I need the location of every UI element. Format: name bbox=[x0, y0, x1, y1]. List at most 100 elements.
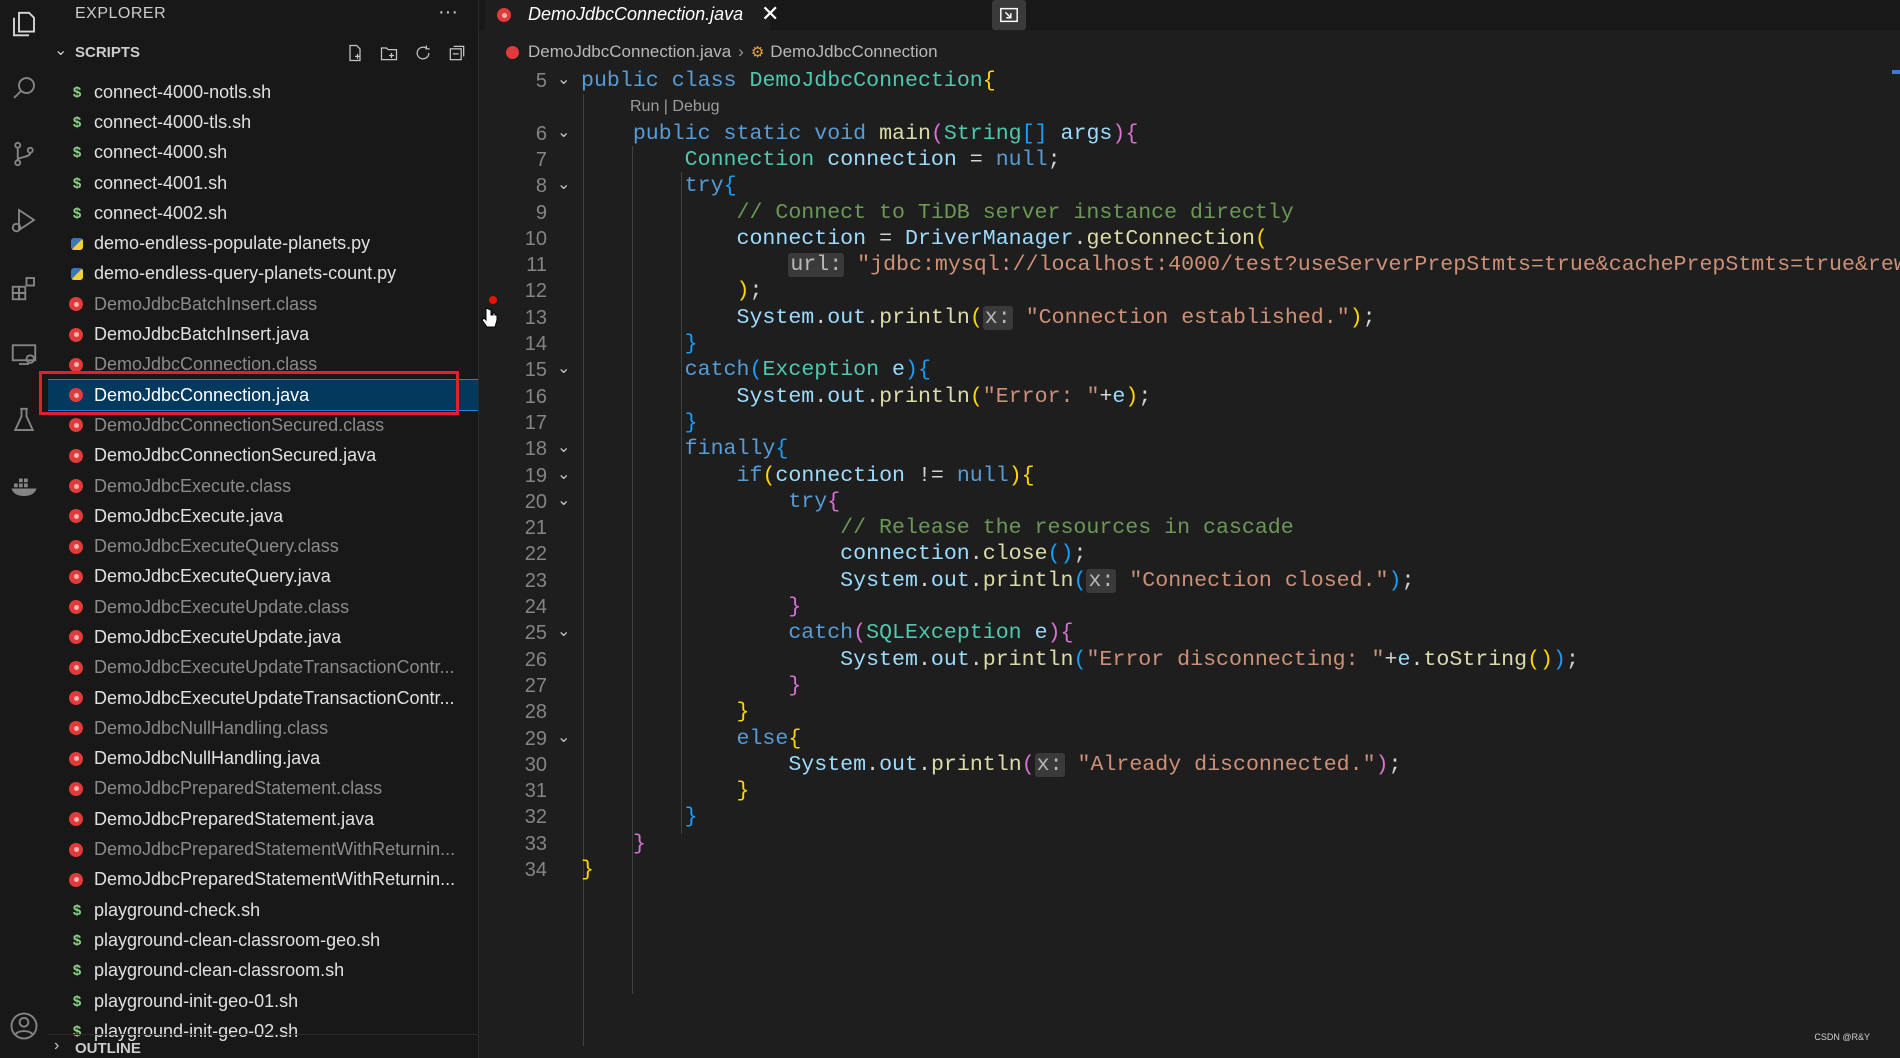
code-line[interactable]: 8 ⌄ try{ bbox=[479, 173, 1900, 199]
code-line[interactable]: 16 System.out.println("Error: "+e); bbox=[479, 384, 1900, 410]
file-item[interactable]: DemoJdbcPreparedStatementWithReturnin... bbox=[48, 834, 478, 864]
file-item[interactable]: demo-endless-populate-planets.py bbox=[48, 228, 478, 258]
new-folder-icon[interactable] bbox=[378, 42, 400, 64]
code-line[interactable]: 21 // Release the resources in cascade bbox=[479, 515, 1900, 541]
file-item[interactable]: DemoJdbcNullHandling.java bbox=[48, 744, 478, 774]
code-line[interactable]: 34} bbox=[479, 857, 1900, 883]
extensions-icon[interactable] bbox=[0, 264, 48, 312]
breadcrumb-file[interactable]: DemoJdbcConnection.java bbox=[528, 42, 731, 62]
code-line[interactable]: 23 System.out.println(x: "Connection clo… bbox=[479, 568, 1900, 594]
code-line[interactable]: 30 System.out.println(x: "Already discon… bbox=[479, 752, 1900, 778]
code-editor[interactable]: 5 ⌄ public class DemoJdbcConnection{6 ⌄ pub… bbox=[479, 68, 1900, 1058]
code-line[interactable]: 17 } bbox=[479, 410, 1900, 436]
split-editor-button[interactable] bbox=[992, 0, 1026, 30]
explorer-icon[interactable] bbox=[0, 0, 48, 48]
file-item[interactable]: DemoJdbcConnection.java bbox=[48, 378, 478, 412]
file-item[interactable]: DemoJdbcConnectionSecured.class bbox=[48, 410, 478, 440]
more-actions-button[interactable]: ··· bbox=[438, 1, 458, 24]
code-line[interactable]: 14 } bbox=[479, 331, 1900, 357]
file-item[interactable]: demo-endless-query-planets-count.py bbox=[48, 259, 478, 289]
file-item[interactable]: DemoJdbcPreparedStatement.class bbox=[48, 774, 478, 804]
code-line[interactable]: 6 ⌄ public static void main(String[] args… bbox=[479, 121, 1900, 147]
code-line[interactable]: 22 connection.close(); bbox=[479, 541, 1900, 567]
file-item[interactable]: DemoJdbcPreparedStatementWithReturnin... bbox=[48, 865, 478, 895]
file-item[interactable]: DemoJdbcNullHandling.class bbox=[48, 713, 478, 743]
file-item[interactable]: DemoJdbcExecuteUpdate.class bbox=[48, 592, 478, 622]
code-line[interactable]: 24 } bbox=[479, 594, 1900, 620]
code-line[interactable]: 9 // Connect to TiDB server instance dir… bbox=[479, 200, 1900, 226]
code-line[interactable]: 7 Connection connection = null; bbox=[479, 147, 1900, 173]
breadcrumb-symbol[interactable]: DemoJdbcConnection bbox=[770, 42, 937, 62]
class-symbol-icon: ⚙ bbox=[750, 44, 765, 61]
code-text: public class DemoJdbcConnection{ bbox=[581, 69, 996, 93]
account-icon[interactable] bbox=[0, 1002, 48, 1050]
code-line[interactable]: 25 ⌄ catch(SQLException e){ bbox=[479, 620, 1900, 646]
fold-chevron-icon[interactable]: ⌄ bbox=[557, 462, 570, 488]
file-item[interactable]: $ connect-4000.sh bbox=[48, 138, 478, 168]
run-debug-codelens[interactable]: Run | Debug bbox=[630, 98, 720, 116]
file-item[interactable]: DemoJdbcExecuteUpdateTransactionContr... bbox=[48, 653, 478, 683]
file-item[interactable]: $ playground-clean-classroom.sh bbox=[48, 956, 478, 986]
close-tab-button[interactable]: ✕ bbox=[761, 0, 779, 28]
file-item[interactable]: $ playground-clean-classroom-geo.sh bbox=[48, 925, 478, 955]
scrollbar-marker bbox=[1892, 70, 1900, 74]
file-item[interactable]: DemoJdbcConnectionSecured.java bbox=[48, 441, 478, 471]
code-line[interactable]: 18 ⌄ finally{ bbox=[479, 436, 1900, 462]
breakpoint-indicator[interactable] bbox=[489, 296, 497, 304]
outline-section-header[interactable]: › OUTLINE bbox=[48, 1034, 478, 1058]
fold-chevron-icon[interactable]: ⌄ bbox=[557, 172, 570, 198]
fold-chevron-icon[interactable]: ⌄ bbox=[557, 725, 570, 751]
code-line[interactable]: 13 System.out.println(x: "Connection est… bbox=[479, 305, 1900, 331]
file-item[interactable]: DemoJdbcBatchInsert.java bbox=[48, 319, 478, 349]
search-icon[interactable] bbox=[0, 64, 48, 112]
file-item[interactable]: $ connect-4002.sh bbox=[48, 198, 478, 228]
code-line[interactable]: 12 ); bbox=[479, 278, 1900, 304]
code-line[interactable]: 5 ⌄ public class DemoJdbcConnection{ bbox=[479, 68, 1900, 94]
file-item[interactable]: DemoJdbcPreparedStatement.java bbox=[48, 804, 478, 834]
fold-chevron-icon[interactable]: ⌄ bbox=[557, 120, 570, 146]
file-item[interactable]: DemoJdbcExecuteQuery.class bbox=[48, 531, 478, 561]
file-item[interactable]: $ playground-check.sh bbox=[48, 895, 478, 925]
fold-chevron-icon[interactable]: ⌄ bbox=[557, 619, 570, 645]
code-line[interactable]: 29 ⌄ else{ bbox=[479, 726, 1900, 752]
code-line[interactable]: 20 ⌄ try{ bbox=[479, 489, 1900, 515]
source-control-icon[interactable] bbox=[0, 130, 48, 178]
code-line[interactable]: 11 url: "jdbc:mysql://localhost:4000/tes… bbox=[479, 252, 1900, 278]
file-name: DemoJdbcExecuteUpdateTransactionContr... bbox=[94, 657, 455, 678]
file-item[interactable]: $ playground-init-geo-01.sh bbox=[48, 986, 478, 1016]
code-line[interactable]: 28 } bbox=[479, 699, 1900, 725]
file-item[interactable]: $ connect-4001.sh bbox=[48, 168, 478, 198]
fold-chevron-icon[interactable]: ⌄ bbox=[557, 488, 570, 514]
tab-democonnection[interactable]: DemoJdbcConnection.java ✕ bbox=[485, 0, 779, 30]
file-item[interactable]: DemoJdbcExecuteQuery.java bbox=[48, 562, 478, 592]
file-item[interactable]: DemoJdbcConnection.class bbox=[48, 350, 478, 380]
testing-icon[interactable] bbox=[0, 396, 48, 444]
file-item[interactable]: DemoJdbcExecuteUpdateTransactionContr... bbox=[48, 683, 478, 713]
code-text: } bbox=[788, 673, 802, 698]
file-item[interactable]: DemoJdbcExecute.java bbox=[48, 501, 478, 531]
fold-chevron-icon[interactable]: ⌄ bbox=[557, 435, 570, 461]
collapse-all-icon[interactable] bbox=[446, 42, 468, 64]
code-line[interactable]: 31 } bbox=[479, 778, 1900, 804]
code-line[interactable]: 19 ⌄ if(connection != null){ bbox=[479, 463, 1900, 489]
file-item[interactable]: $ connect-4000-tls.sh bbox=[48, 107, 478, 137]
docker-icon[interactable] bbox=[0, 462, 48, 510]
file-item[interactable]: DemoJdbcBatchInsert.class bbox=[48, 289, 478, 319]
java-file-icon bbox=[69, 751, 83, 766]
file-item[interactable]: DemoJdbcExecuteUpdate.java bbox=[48, 622, 478, 652]
fold-chevron-icon[interactable]: ⌄ bbox=[557, 356, 570, 382]
code-line[interactable]: 26 System.out.println("Error disconnecti… bbox=[479, 647, 1900, 673]
refresh-icon[interactable] bbox=[412, 42, 434, 64]
code-line[interactable]: 10 connection = DriverManager.getConnect… bbox=[479, 226, 1900, 252]
new-file-icon[interactable] bbox=[344, 42, 366, 64]
fold-chevron-icon[interactable]: ⌄ bbox=[557, 67, 570, 93]
file-item[interactable]: $ connect-4000-notls.sh bbox=[48, 77, 478, 107]
code-line[interactable]: 32 } bbox=[479, 804, 1900, 830]
run-debug-icon[interactable] bbox=[0, 196, 48, 244]
code-line[interactable]: 33 } bbox=[479, 831, 1900, 857]
file-item[interactable]: DemoJdbcExecute.class bbox=[48, 471, 478, 501]
code-line[interactable]: 27 } bbox=[479, 673, 1900, 699]
remote-explorer-icon[interactable] bbox=[0, 330, 48, 378]
code-line[interactable]: 15 ⌄ catch(Exception e){ bbox=[479, 357, 1900, 383]
code-text: } bbox=[684, 410, 698, 435]
